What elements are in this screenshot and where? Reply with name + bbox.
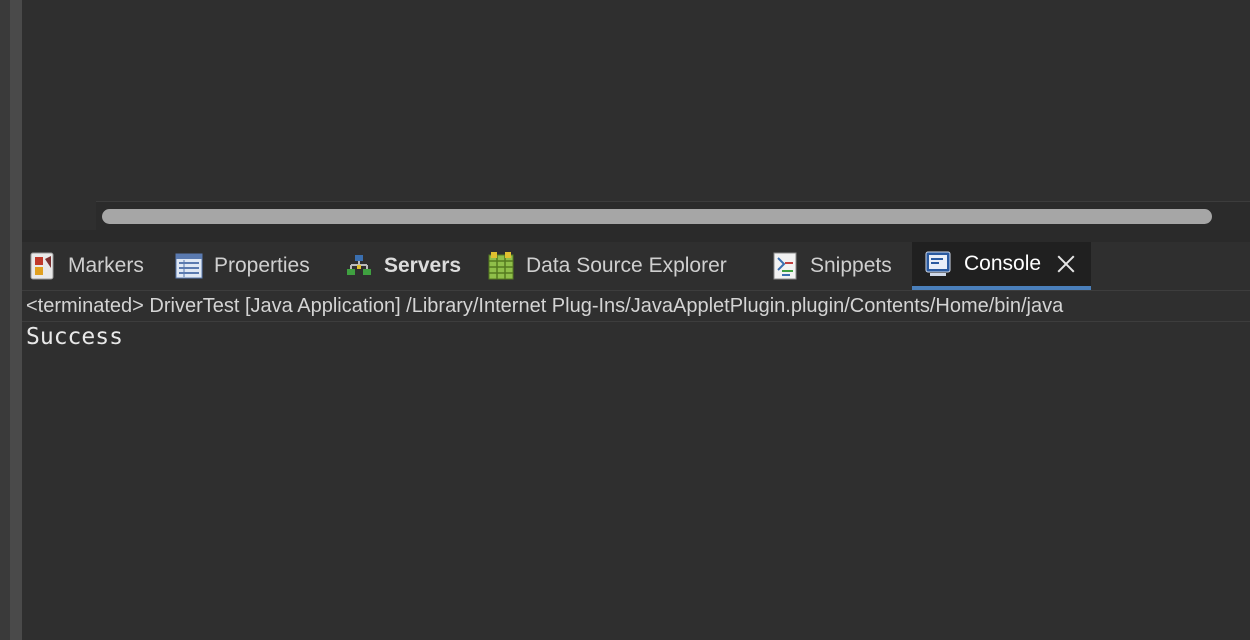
tab-markers[interactable]: Markers — [28, 242, 144, 290]
horizontal-scrollbar[interactable] — [96, 201, 1250, 231]
tab-properties[interactable]: Properties — [174, 242, 310, 290]
tab-label: Properties — [214, 254, 310, 277]
editor-ruler — [22, 0, 96, 230]
servers-icon — [344, 251, 374, 281]
views-tabbar: Markers Properties Servers Data Source E… — [22, 242, 1250, 291]
console-status-line: <terminated> DriverTest [Java Applicatio… — [22, 291, 1250, 322]
tab-label: Servers — [384, 254, 462, 277]
close-icon[interactable] — [1055, 253, 1077, 275]
tab-console[interactable]: Console — [912, 242, 1092, 290]
data-source-explorer-icon — [486, 251, 516, 281]
tab-label: Markers — [68, 254, 144, 277]
bottom-views-panel: Markers Properties Servers Data Source E… — [22, 242, 1250, 640]
tab-servers[interactable]: Servers — [344, 242, 461, 290]
left-sash[interactable] — [10, 0, 22, 640]
tab-label: Snippets — [810, 254, 892, 277]
left-gutter — [0, 0, 10, 640]
properties-icon — [174, 251, 204, 281]
snippets-icon — [770, 251, 800, 281]
panel-sash[interactable] — [22, 230, 1250, 242]
markers-icon — [28, 251, 58, 281]
tab-snippets[interactable]: Snippets — [770, 242, 892, 290]
tab-data-source-explorer[interactable]: Data Source Explorer — [486, 242, 727, 290]
console-icon — [924, 249, 954, 279]
tab-label: Data Source Explorer — [526, 254, 727, 277]
editor-area[interactable] — [22, 0, 1250, 230]
ide-window: Markers Properties Servers Data Source E… — [0, 0, 1250, 640]
tab-label: Console — [964, 252, 1042, 275]
horizontal-scrollbar-thumb[interactable] — [102, 209, 1212, 224]
console-output[interactable]: Success — [22, 322, 1250, 640]
